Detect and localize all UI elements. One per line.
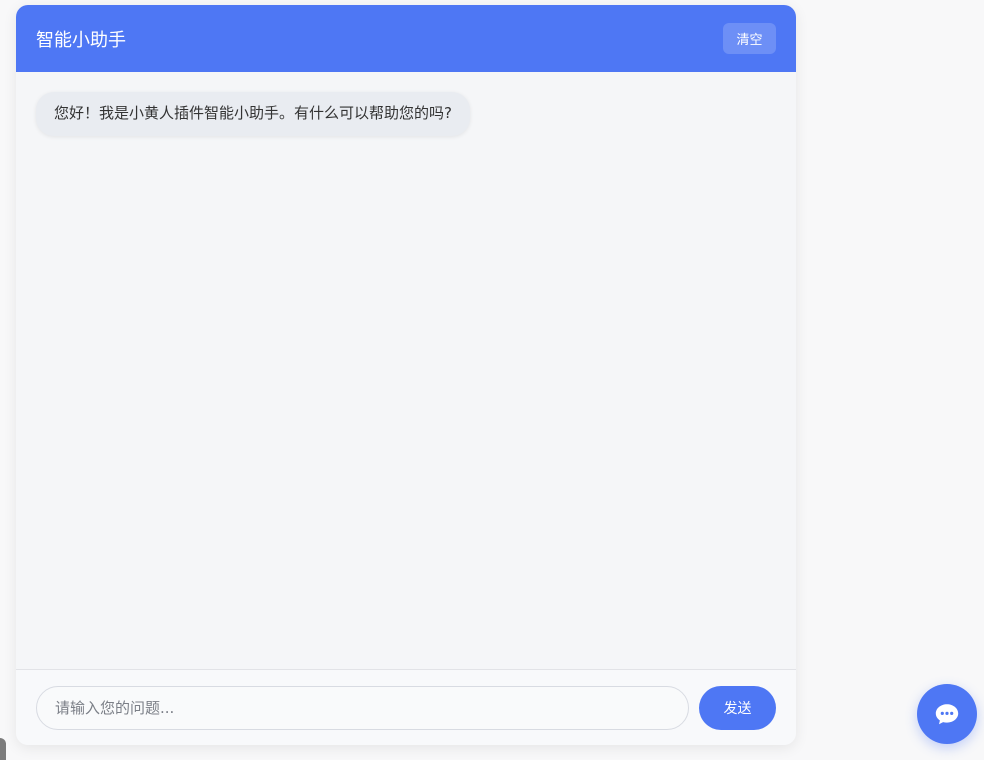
assistant-message: 您好！我是小黄人插件智能小助手。有什么可以帮助您的吗? [36, 92, 470, 136]
message-input[interactable] [36, 685, 689, 730]
left-edge-decoration [0, 738, 6, 760]
clear-button[interactable]: 清空 [723, 23, 776, 54]
chat-bubble-icon [935, 704, 959, 725]
send-button[interactable]: 发送 [699, 685, 776, 730]
viewport: 智能小助手 清空 您好！我是小黄人插件智能小助手。有什么可以帮助您的吗? 发送 [0, 0, 984, 760]
chat-header: 智能小助手 清空 [16, 5, 796, 72]
input-bar: 发送 [16, 669, 796, 745]
chat-title: 智能小助手 [36, 29, 126, 51]
message-area[interactable]: 您好！我是小黄人插件智能小助手。有什么可以帮助您的吗? [16, 72, 796, 669]
chat-floating-button[interactable] [917, 684, 977, 744]
chat-panel: 智能小助手 清空 您好！我是小黄人插件智能小助手。有什么可以帮助您的吗? 发送 [16, 5, 796, 745]
